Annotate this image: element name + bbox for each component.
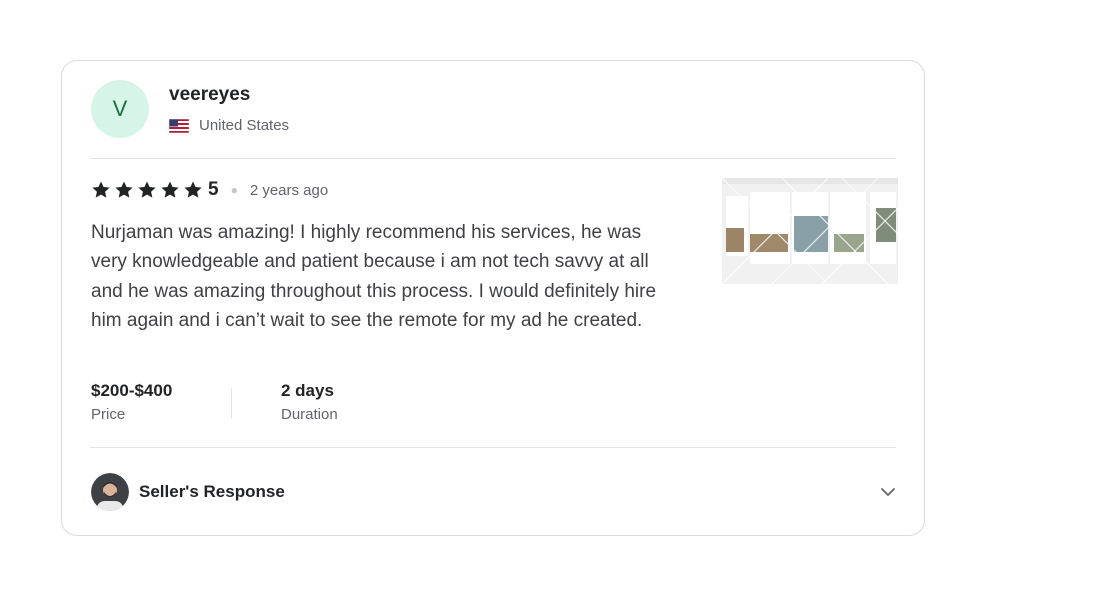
separator-dot: ● xyxy=(230,183,238,197)
star-icon xyxy=(115,181,133,198)
seller-avatar xyxy=(91,473,129,511)
duration-value: 2 days xyxy=(281,381,334,400)
response-divider xyxy=(90,447,896,448)
star-icon xyxy=(184,181,202,198)
us-flag-icon xyxy=(169,118,189,133)
seller-response-label: Seller's Response xyxy=(139,482,285,501)
rating-value: 5 xyxy=(208,179,219,200)
reviewer-username: veereyes xyxy=(169,84,251,105)
thumbnail-image xyxy=(722,178,898,284)
chevron-down-icon[interactable] xyxy=(877,481,899,503)
review-text: Nurjaman was amazing! I highly recommend… xyxy=(91,222,657,331)
review-card: V veereyes United States 5 ● 2 years ago… xyxy=(61,60,925,536)
price-value: $200-$400 xyxy=(91,381,173,400)
star-icon xyxy=(92,181,110,198)
price-label: Price xyxy=(91,406,126,423)
price-info: $200-$400 Price xyxy=(91,381,172,423)
duration-info: 2 days Duration xyxy=(281,381,338,423)
meta-divider xyxy=(231,388,232,418)
star-icon xyxy=(138,181,156,198)
duration-label: Duration xyxy=(281,406,338,423)
reviewer-avatar: V xyxy=(91,80,149,138)
avatar-letter: V xyxy=(112,96,128,121)
seller-response-toggle[interactable]: Seller's Response xyxy=(91,472,896,512)
delivery-thumbnail[interactable] xyxy=(722,178,898,284)
reviewer-country: United States xyxy=(169,117,289,134)
rating-row: 5 ● 2 years ago xyxy=(91,178,328,202)
header-divider xyxy=(90,158,896,159)
star-icon xyxy=(161,181,179,198)
review-time: 2 years ago xyxy=(249,181,329,199)
country-name: United States xyxy=(199,117,290,134)
star-rating xyxy=(91,180,203,200)
